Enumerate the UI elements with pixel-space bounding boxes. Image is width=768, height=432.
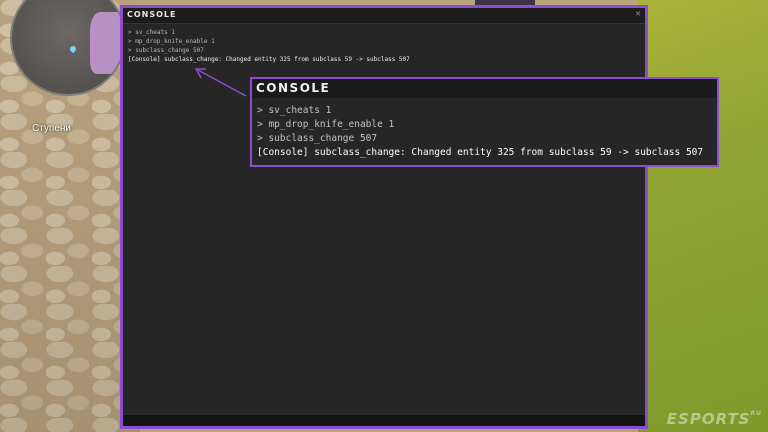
player-marker-icon bbox=[68, 44, 78, 54]
grass-area bbox=[638, 0, 768, 432]
watermark-logo: ESPORTSRU bbox=[667, 410, 762, 428]
zoom-title: CONSOLE bbox=[256, 81, 331, 95]
console-zoom-callout: CONSOLE > sv_cheats 1 > mp_drop_knife_ena… bbox=[250, 77, 719, 167]
console-input[interactable] bbox=[123, 414, 645, 426]
watermark-brand: ESPORTS bbox=[666, 410, 751, 428]
close-icon[interactable]: ✕ bbox=[635, 10, 641, 18]
console-titlebar[interactable]: CONSOLE ✕ bbox=[123, 8, 645, 24]
console-title: CONSOLE bbox=[127, 10, 177, 19]
minimap-location-label: Ступени bbox=[32, 123, 71, 134]
console-command-line: > mp_drop_knife_enable 1 bbox=[257, 119, 395, 130]
minimap-zone bbox=[90, 12, 124, 74]
console-command-line: > sv_cheats 1 bbox=[257, 105, 332, 116]
zoom-log: > sv_cheats 1 > mp_drop_knife_enable 1 > s… bbox=[252, 98, 717, 160]
console-command-line: > subclass_change 507 bbox=[128, 47, 204, 54]
console-command-line: > sv_cheats 1 bbox=[128, 29, 175, 36]
console-output-line: [Console] subclass_change: Changed entit… bbox=[128, 56, 410, 63]
console-output-line: [Console] subclass_change: Changed entit… bbox=[257, 147, 704, 158]
watermark-suffix: RU bbox=[750, 410, 762, 417]
console-log: > sv_cheats 1 > mp_drop_knife_enable 1 > s… bbox=[123, 24, 645, 64]
zoom-titlebar: CONSOLE bbox=[252, 79, 717, 98]
pointer-arrow-icon bbox=[194, 68, 247, 97]
console-command-line: > mp_drop_knife_enable 1 bbox=[128, 38, 215, 45]
console-command-line: > subclass_change 507 bbox=[257, 133, 378, 144]
